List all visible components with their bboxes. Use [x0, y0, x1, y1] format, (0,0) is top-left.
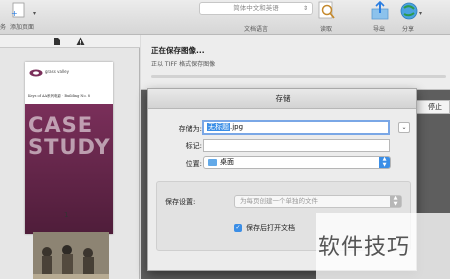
toolbar: 务 + ▾ 添加页面 简体中文和英语 ⇕ 文档语言 读取 导出 ▾ 分享 — [0, 0, 450, 35]
thumbnail-subtitle: Keys of AA系列电影 · Building No. 8 — [28, 94, 90, 98]
location-value: 桌面 — [220, 158, 234, 166]
progress-title: 正在保存图像... — [151, 46, 205, 55]
filename-field[interactable]: 无标题.jpg — [202, 120, 390, 135]
progress-subtitle: 正以 TIFF 格式保存图像 — [151, 61, 216, 68]
share-dropdown-arrow-icon[interactable]: ▾ — [419, 10, 422, 17]
sidebar-toolbar — [0, 35, 140, 48]
save-settings-select[interactable]: 为每页创建一个单独的文件 ▲ ▼ — [234, 195, 402, 208]
thumbnail-photo — [33, 232, 109, 279]
filename-selected-text: 无标题 — [207, 123, 230, 131]
desktop-folder-icon — [208, 159, 217, 166]
progress-bar — [151, 75, 446, 78]
save-settings-label: 保存设置: — [165, 198, 196, 206]
location-label: 位置: — [185, 160, 202, 168]
thumbnail-logo-text: grass valley — [45, 69, 69, 74]
select-arrows-icon: ▲ ▼ — [379, 156, 390, 168]
watermark-text: 软件技巧 — [318, 235, 411, 260]
select-arrows-icon: ⇕ — [302, 5, 308, 12]
language-label: 文档语言 — [244, 26, 269, 33]
svg-text:+: + — [11, 9, 18, 18]
thumbnail-cover-text: CASE STUDY — [28, 114, 111, 158]
page-number: 1 — [64, 211, 69, 219]
add-page-icon[interactable]: + — [11, 2, 27, 19]
read-label[interactable]: 读取 — [320, 24, 332, 33]
add-page-label[interactable]: 添加页面 — [10, 22, 34, 31]
app-window: 务 + ▾ 添加页面 简体中文和英语 ⇕ 文档语言 读取 导出 ▾ 分享 gra… — [0, 0, 450, 279]
share-icon[interactable] — [399, 1, 419, 20]
open-after-save-label[interactable]: 保存后打开文档 — [246, 224, 295, 232]
dropdown-arrow-icon[interactable]: ▾ — [33, 10, 36, 17]
thumbnail-sidebar: grass valley Keys of AA系列电影 · Building N… — [0, 35, 140, 279]
share-label[interactable]: 分享 — [402, 24, 414, 33]
read-magnifier-icon[interactable] — [318, 1, 336, 21]
tags-field[interactable] — [203, 139, 390, 152]
grass-valley-logo-icon — [29, 69, 43, 77]
warning-icon[interactable] — [76, 37, 85, 46]
export-label[interactable]: 导出 — [373, 24, 385, 33]
page-thumbnail-2[interactable] — [33, 232, 109, 279]
language-select-value: 简体中文和英语 — [233, 4, 279, 12]
open-after-save-checkbox[interactable]: ✓ — [234, 224, 242, 232]
save-settings-value: 为每页创建一个单独的文件 — [240, 197, 318, 205]
filename-extension: .jpg — [230, 123, 244, 131]
expand-dialog-button[interactable]: ⌄ — [398, 122, 410, 133]
location-select[interactable]: 桌面 ▲ ▼ — [203, 156, 391, 169]
toolbar-partial-label[interactable]: 务 — [0, 22, 6, 31]
thumbnail-cover-text-line1: CASE — [28, 113, 94, 137]
export-icon[interactable] — [370, 1, 390, 20]
saving-progress-sheet: 正在保存图像... 正以 TIFF 格式保存图像 — [141, 35, 450, 90]
thumbnail-cover-text-line2: STUDY — [28, 135, 111, 159]
language-select[interactable]: 简体中文和英语 ⇕ — [199, 2, 313, 15]
document-icon[interactable] — [53, 37, 61, 46]
tags-label: 标记: — [185, 142, 202, 150]
save-as-label: 存储为: — [178, 125, 202, 133]
select-arrows-icon: ▲ ▼ — [390, 195, 401, 207]
page-thumbnail-1[interactable]: grass valley Keys of AA系列电影 · Building N… — [25, 62, 113, 234]
dialog-title: 存储 — [148, 89, 416, 109]
